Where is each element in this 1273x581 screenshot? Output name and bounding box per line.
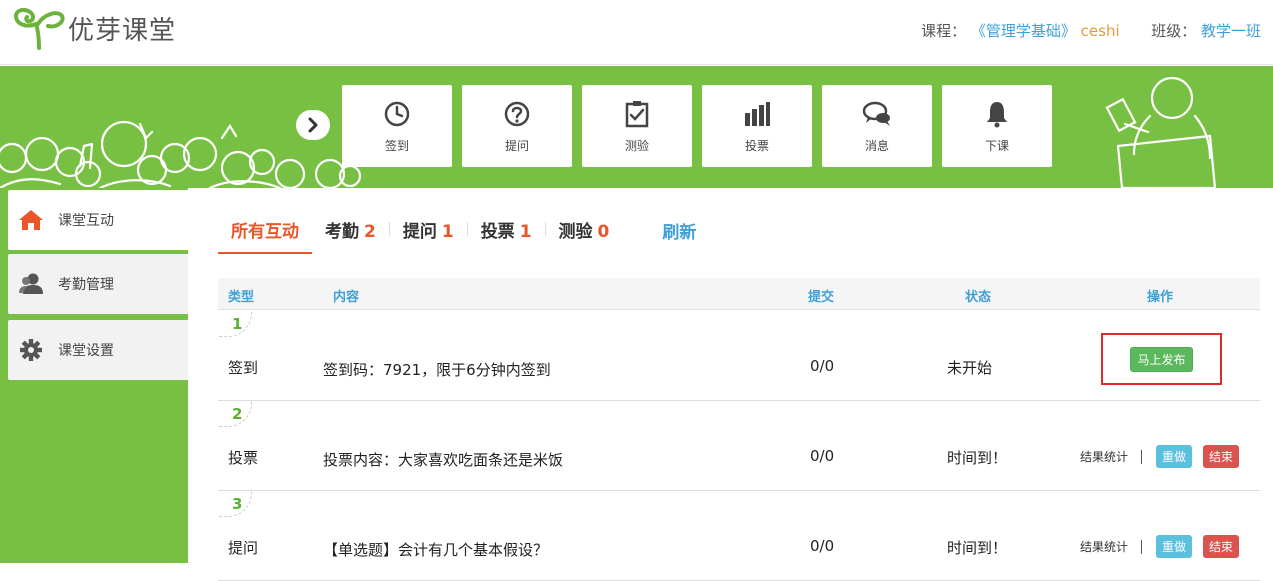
row-index: 3 — [218, 491, 252, 517]
logo-text: 优芽课堂 — [68, 15, 177, 46]
end-button[interactable]: 结束 — [1203, 535, 1240, 558]
tab-attendance[interactable]: 考勤 2 — [312, 213, 389, 252]
row-submitted: 0/0 — [810, 537, 835, 555]
redo-button[interactable]: 重做 — [1156, 535, 1193, 558]
chevron-right-icon — [308, 117, 318, 133]
interaction-tabs: 所有互动 考勤 2 提问 1 投票 1 测验 0 刷新 — [218, 213, 696, 254]
row-type: 签到 — [228, 359, 259, 377]
tool-label: 提问 — [504, 138, 529, 153]
highlight-box: 马上发布 — [1101, 333, 1222, 385]
tab-count: 1 — [519, 222, 532, 242]
column-header-submitted: 提交 — [808, 290, 835, 305]
sidebar-item-interaction[interactable]: 课堂互动 — [8, 190, 188, 250]
clipboard-check-icon — [625, 100, 649, 127]
chat-bubbles-icon — [862, 101, 890, 126]
tool-message-button[interactable]: 消息 — [822, 85, 932, 167]
gear-icon — [20, 339, 42, 361]
toolbar-banner: 签到 提问 测验 投票 消息 下课 — [0, 66, 1273, 188]
row-status: 时间到！ — [947, 539, 1008, 557]
class-label: 班级： — [1151, 22, 1197, 40]
tool-checkin-button[interactable]: 签到 — [342, 85, 452, 167]
row-index: 1 — [218, 311, 252, 337]
course-label: 课程： — [921, 22, 967, 40]
tool-label: 下课 — [984, 138, 1009, 153]
row-content: 投票内容：大家喜欢吃面条还是米饭 — [323, 451, 564, 469]
row-content: 签到码：7921，限于6分钟内签到 — [323, 361, 551, 379]
row-type: 提问 — [228, 539, 259, 557]
refresh-link[interactable]: 刷新 — [662, 213, 696, 243]
course-name-link[interactable]: 《管理学基础》 — [971, 22, 1076, 40]
tab-count: 2 — [364, 222, 376, 242]
tab-quiz[interactable]: 测验 0 — [546, 213, 623, 252]
tool-quiz-button[interactable]: 测验 — [582, 85, 692, 167]
tool-label: 投票 — [744, 138, 769, 153]
tab-vote[interactable]: 投票 1 — [468, 213, 545, 252]
bell-icon — [987, 101, 1007, 127]
table-row: 3 提问 【单选题】会计有几个基本假设？ 0/0 时间到！ 结果统计 重做 结束 — [218, 491, 1260, 581]
home-icon — [19, 210, 43, 230]
column-header-actions: 操作 — [1147, 290, 1174, 305]
course-info: 课程： 《管理学基础》 ceshi 班级： 教学一班 — [921, 20, 1261, 41]
tool-vote-button[interactable]: 投票 — [702, 85, 812, 167]
tab-all[interactable]: 所有互动 — [218, 213, 312, 254]
row-index: 2 — [218, 401, 252, 427]
tab-count: 0 — [597, 222, 610, 242]
sidebar-item-attendance[interactable]: 考勤管理 — [8, 254, 188, 314]
bar-chart-icon — [745, 101, 770, 126]
clock-icon — [384, 101, 410, 126]
row-actions: 结果统计 重做 结束 — [1080, 445, 1240, 468]
publish-now-button[interactable]: 马上发布 — [1130, 346, 1193, 372]
sidebar-item-label: 课堂设置 — [58, 343, 114, 359]
row-actions: 结果统计 重做 结束 — [1080, 535, 1240, 558]
tab-count: 1 — [441, 222, 454, 242]
redo-button[interactable]: 重做 — [1156, 445, 1193, 468]
column-header-type: 类型 — [228, 290, 255, 305]
result-stats-link[interactable]: 结果统计 — [1080, 448, 1128, 465]
tab-question[interactable]: 提问 1 — [390, 213, 467, 252]
row-type: 投票 — [228, 449, 259, 467]
tool-label: 签到 — [384, 138, 409, 153]
row-status: 未开始 — [947, 359, 993, 377]
tool-end-class-button[interactable]: 下课 — [942, 85, 1052, 167]
question-icon — [504, 101, 530, 126]
sidebar-item-label: 课堂互动 — [58, 213, 114, 229]
column-header-content: 内容 — [333, 290, 360, 305]
sprout-logo-icon — [13, 7, 65, 50]
table-row: 2 投票 投票内容：大家喜欢吃面条还是米饭 0/0 时间到！ 结果统计 重做 结… — [218, 401, 1260, 491]
tool-label: 消息 — [864, 138, 889, 153]
column-header-status: 状态 — [965, 290, 992, 305]
table-header: 类型 内容 提交 状态 操作 — [218, 278, 1260, 310]
tool-label: 测验 — [624, 138, 649, 153]
row-status: 时间到！ — [947, 449, 1008, 467]
end-button[interactable]: 结束 — [1203, 445, 1240, 468]
logo[interactable]: 优芽课堂 — [12, 6, 176, 50]
tool-question-button[interactable]: 提问 — [462, 85, 572, 167]
result-stats-link[interactable]: 结果统计 — [1080, 538, 1128, 555]
sidebar-item-label: 考勤管理 — [58, 277, 114, 293]
toolbar-toggle-button[interactable] — [296, 110, 330, 140]
users-icon — [19, 273, 43, 294]
row-content: 【单选题】会计有几个基本假设？ — [323, 541, 549, 559]
table-row: 1 签到 签到码：7921，限于6分钟内签到 0/0 未开始 马上发布 — [218, 311, 1260, 401]
course-user: ceshi — [1080, 22, 1120, 40]
class-name-link[interactable]: 教学一班 — [1201, 22, 1261, 40]
row-submitted: 0/0 — [810, 447, 835, 465]
top-header: 优芽课堂 课程： 《管理学基础》 ceshi 班级： 教学一班 — [0, 0, 1273, 65]
sidebar-item-settings[interactable]: 课堂设置 — [8, 320, 188, 380]
row-submitted: 0/0 — [810, 357, 835, 375]
